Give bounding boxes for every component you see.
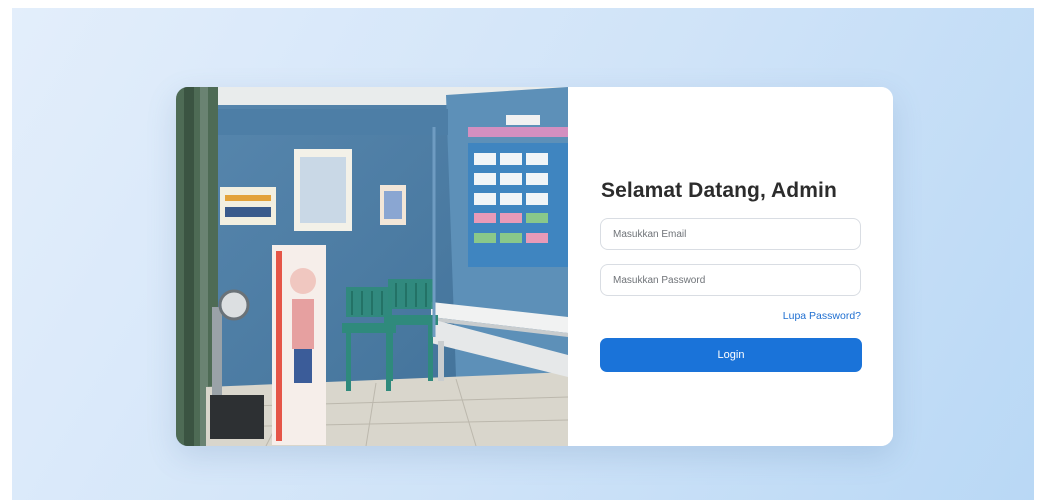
page-background: Selamat Datang, Admin Lupa Password? Log… (12, 8, 1034, 500)
password-field[interactable] (600, 264, 861, 296)
login-button[interactable]: Login (600, 338, 862, 372)
page-title: Selamat Datang, Admin (601, 179, 837, 202)
forgot-password-link[interactable]: Lupa Password? (783, 310, 861, 322)
email-field[interactable] (600, 218, 861, 250)
login-form: Selamat Datang, Admin Lupa Password? Log… (568, 87, 893, 446)
clinic-room-photo (176, 87, 568, 446)
login-card: Selamat Datang, Admin Lupa Password? Log… (176, 87, 893, 446)
